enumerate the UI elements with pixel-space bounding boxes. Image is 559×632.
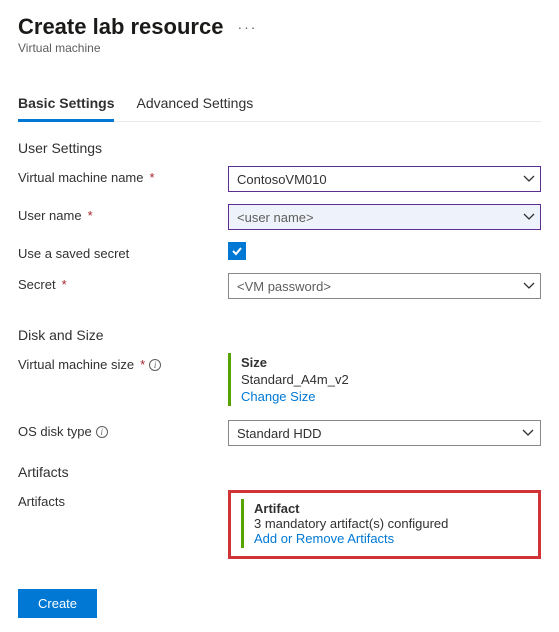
- chevron-down-icon: [522, 427, 534, 439]
- info-icon[interactable]: i: [96, 426, 108, 438]
- add-remove-artifacts-link[interactable]: Add or Remove Artifacts: [254, 531, 528, 546]
- required-indicator: *: [88, 208, 93, 223]
- vm-name-input[interactable]: [228, 166, 541, 192]
- page-subtitle: Virtual machine: [18, 41, 541, 55]
- artifacts-highlight-box: Artifact 3 mandatory artifact(s) configu…: [228, 490, 541, 559]
- info-icon[interactable]: i: [149, 359, 161, 371]
- os-disk-type-value: Standard HDD: [237, 426, 322, 441]
- label-artifacts: Artifacts: [18, 490, 228, 509]
- label-vm-size: Virtual machine size* i: [18, 353, 228, 372]
- artifact-status: 3 mandatory artifact(s) configured: [254, 516, 528, 531]
- required-indicator: *: [140, 357, 145, 372]
- required-indicator: *: [150, 170, 155, 185]
- required-indicator: *: [62, 277, 67, 292]
- section-user-settings: User Settings: [18, 140, 541, 156]
- artifact-header: Artifact: [254, 501, 528, 516]
- user-name-input[interactable]: [228, 204, 541, 230]
- label-vm-name: Virtual machine name*: [18, 166, 228, 185]
- use-saved-secret-checkbox[interactable]: [228, 242, 246, 260]
- tabs: Basic Settings Advanced Settings: [18, 87, 541, 122]
- tab-basic-settings[interactable]: Basic Settings: [18, 87, 114, 121]
- vm-size-display: Size Standard_A4m_v2 Change Size: [228, 353, 541, 406]
- section-disk-and-size: Disk and Size: [18, 327, 541, 343]
- size-header: Size: [241, 355, 541, 370]
- label-secret: Secret*: [18, 273, 228, 292]
- page-title: Create lab resource: [18, 14, 223, 40]
- section-artifacts: Artifacts: [18, 464, 541, 480]
- label-user-name: User name*: [18, 204, 228, 223]
- os-disk-type-select[interactable]: Standard HDD: [228, 420, 541, 446]
- change-size-link[interactable]: Change Size: [241, 389, 541, 404]
- create-button[interactable]: Create: [18, 589, 97, 618]
- label-use-saved-secret: Use a saved secret: [18, 242, 228, 261]
- more-options-button[interactable]: ···: [237, 19, 257, 35]
- tab-advanced-settings[interactable]: Advanced Settings: [136, 87, 253, 121]
- size-value: Standard_A4m_v2: [241, 372, 541, 387]
- label-os-disk-type: OS disk type i: [18, 420, 228, 439]
- secret-input[interactable]: [228, 273, 541, 299]
